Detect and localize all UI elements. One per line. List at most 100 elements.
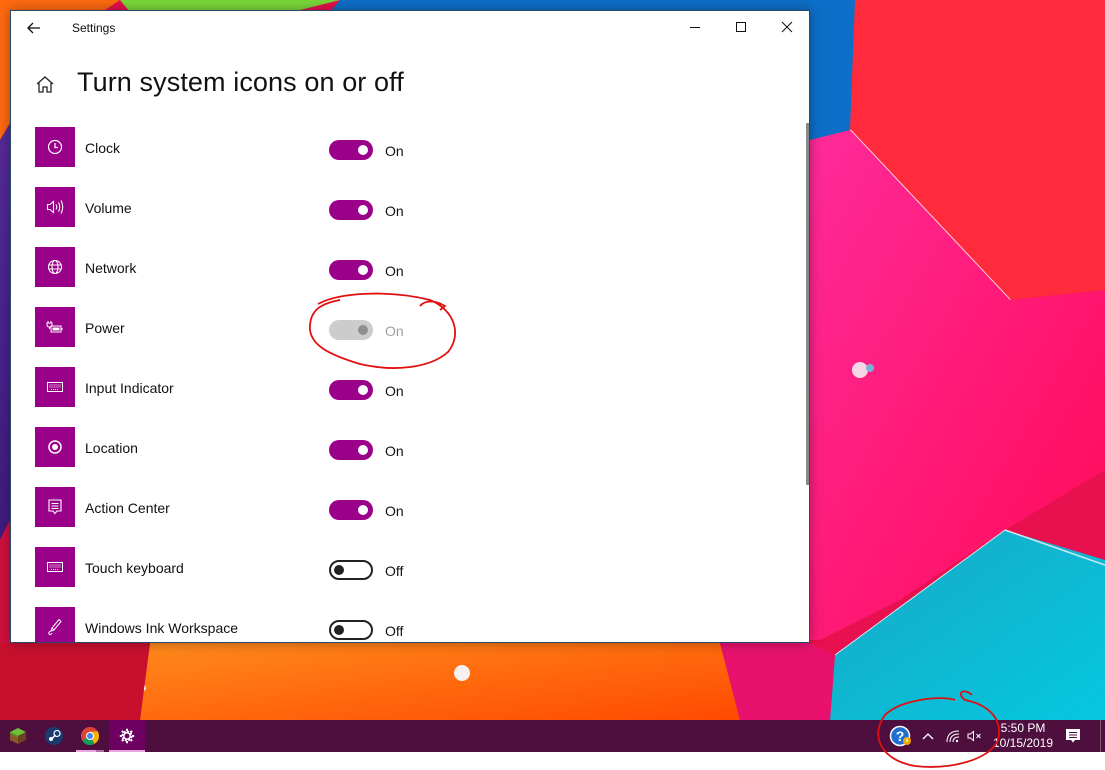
- toggle-knob: [358, 265, 368, 275]
- toggle-state: On: [385, 383, 404, 399]
- keyboard-icon: [47, 382, 63, 392]
- pen-icon: [48, 618, 62, 636]
- taskbar-app-settings[interactable]: [109, 720, 145, 752]
- screen-bottom-margin: [0, 752, 1105, 770]
- row-icon-tile: [35, 307, 75, 347]
- steam-icon: [45, 727, 63, 745]
- item-label: Power: [85, 320, 125, 336]
- list-item-windows-ink-workspace: Windows Ink Workspace Off: [11, 607, 801, 642]
- list-item-power: Power On: [11, 307, 801, 349]
- gear-icon: [119, 728, 135, 744]
- settings-window: Settings Turn system icons on or off Clo…: [10, 10, 810, 643]
- toggle-knob: [334, 625, 344, 635]
- item-label: Action Center: [85, 500, 170, 516]
- taskbar-app-chrome[interactable]: [72, 720, 108, 752]
- toggle-knob: [358, 505, 368, 515]
- arrow-left-icon: [27, 22, 40, 34]
- toggle-state: On: [385, 443, 404, 459]
- minecraft-icon: [10, 728, 26, 744]
- clock-toggle[interactable]: [329, 140, 373, 160]
- toggle-knob: [358, 385, 368, 395]
- item-label: Volume: [85, 200, 132, 216]
- toggle-state: On: [385, 143, 404, 159]
- row-icon-tile: [35, 127, 75, 167]
- item-label: Clock: [85, 140, 121, 156]
- row-icon-tile: [35, 427, 75, 467]
- row-icon-tile: [35, 547, 75, 587]
- notification-icon: [1066, 729, 1080, 743]
- show-desktop-divider[interactable]: [1100, 720, 1101, 752]
- item-label: Windows Ink Workspace: [85, 620, 239, 636]
- volume-muted-icon: [967, 730, 981, 742]
- input-indicator-toggle[interactable]: [329, 380, 373, 400]
- keyboard-icon: [47, 562, 63, 572]
- list-item-touch-keyboard: Touch keyboard Off: [11, 547, 801, 589]
- chevron-up-icon: [922, 733, 934, 740]
- touch-keyboard-toggle[interactable]: [329, 560, 373, 580]
- list-item-input-indicator: Input Indicator On: [11, 367, 801, 409]
- toggle-knob: [358, 325, 368, 335]
- taskbar: ? 5:50 PM 10/15/2019: [0, 720, 1105, 752]
- scrollbar[interactable]: [806, 123, 809, 485]
- toggle-knob: [358, 445, 368, 455]
- item-label: Network: [85, 260, 137, 276]
- action-center-button[interactable]: [1058, 720, 1088, 752]
- clock-date: 10/15/2019: [992, 736, 1054, 750]
- toggle-knob: [358, 145, 368, 155]
- list-item-clock: Clock On: [11, 127, 801, 169]
- title-bar: Settings: [11, 11, 809, 45]
- tray-help-warning[interactable]: ?: [886, 720, 916, 752]
- taskbar-app-steam[interactable]: [36, 720, 72, 752]
- row-icon-tile: [35, 487, 75, 527]
- window-title: Settings: [72, 21, 116, 35]
- toggle-state: Off: [385, 563, 404, 579]
- tray-volume[interactable]: [964, 720, 986, 752]
- page-title: Turn system icons on or off: [77, 67, 404, 97]
- minimize-icon: [690, 27, 700, 28]
- location-toggle[interactable]: [329, 440, 373, 460]
- item-label: Location: [85, 440, 138, 456]
- row-icon-tile: [35, 607, 75, 642]
- list-item-action-center: Action Center On: [11, 487, 801, 529]
- row-icon-tile: [35, 247, 75, 287]
- taskbar-app-minecraft[interactable]: [0, 720, 36, 752]
- item-label: Input Indicator: [85, 380, 174, 396]
- tray-network[interactable]: [942, 720, 964, 752]
- speaker-icon: [46, 200, 64, 214]
- toggle-state: On: [385, 203, 404, 219]
- windows-ink-workspace-toggle[interactable]: [329, 620, 373, 640]
- back-button[interactable]: [21, 16, 47, 40]
- row-icon-tile: [35, 187, 75, 227]
- globe-icon: [47, 259, 63, 275]
- help-warning-icon: ?: [889, 725, 911, 747]
- volume-toggle[interactable]: [329, 200, 373, 220]
- close-icon: [781, 21, 793, 33]
- clock-icon: [47, 139, 63, 155]
- toggle-state: On: [385, 503, 404, 519]
- list-item-location: Location On: [11, 427, 801, 469]
- minimize-button[interactable]: [672, 11, 718, 43]
- item-label: Touch keyboard: [85, 560, 184, 576]
- row-icon-tile: [35, 367, 75, 407]
- wifi-icon: [946, 730, 960, 743]
- tray-clock[interactable]: 5:50 PM 10/15/2019: [986, 721, 1060, 751]
- home-icon: [36, 76, 54, 93]
- show-hidden-icons-button[interactable]: [918, 720, 938, 752]
- chrome-icon: [81, 727, 100, 746]
- toggle-state: Off: [385, 623, 404, 639]
- toggle-state: On: [385, 263, 404, 279]
- battery-plug-icon: [46, 321, 63, 333]
- action-center-toggle[interactable]: [329, 500, 373, 520]
- maximize-button[interactable]: [718, 11, 764, 43]
- list-item-network: Network On: [11, 247, 801, 289]
- action-center-icon: [48, 499, 62, 515]
- close-button[interactable]: [764, 11, 809, 43]
- home-button[interactable]: [35, 75, 55, 95]
- power-toggle[interactable]: [329, 320, 373, 340]
- clock-time: 5:50 PM: [1000, 721, 1046, 735]
- toggle-knob: [358, 205, 368, 215]
- list-item-volume: Volume On: [11, 187, 801, 229]
- toggle-state: On: [385, 323, 404, 339]
- network-toggle[interactable]: [329, 260, 373, 280]
- location-icon: [48, 440, 62, 454]
